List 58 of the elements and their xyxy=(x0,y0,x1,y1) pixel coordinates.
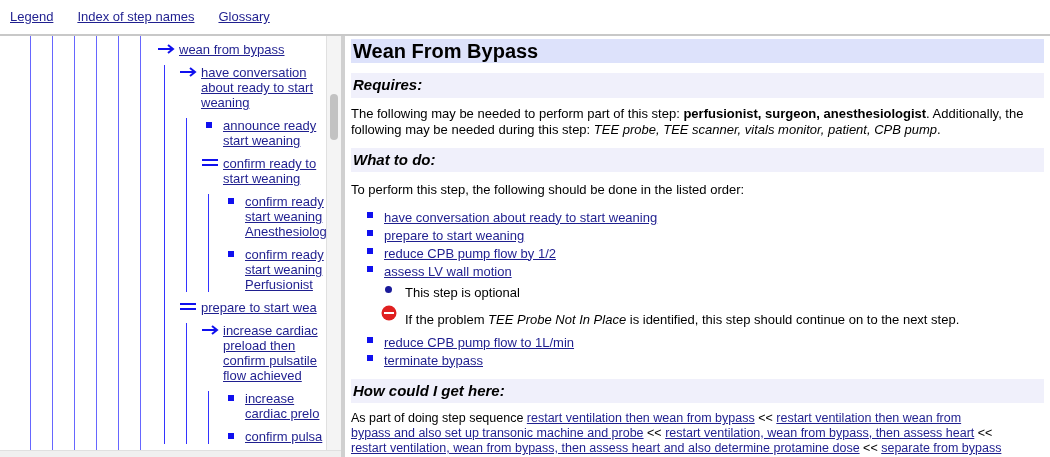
sequence-link[interactable]: bypass and also set up transonic machine and probe xyxy=(351,426,644,440)
equals-icon xyxy=(202,159,218,166)
dot-icon xyxy=(385,285,392,293)
square-bullet-icon xyxy=(367,265,373,272)
nav-link[interactable]: Glossary xyxy=(218,7,270,27)
path-text: << xyxy=(647,426,662,440)
step-note: If the problem TEE Probe Not In Place is identified, this step should continue on to the next step. xyxy=(405,311,960,329)
stop-sign-icon xyxy=(381,305,397,321)
step-note: This step is optional xyxy=(405,283,520,302)
step-link[interactable]: reduce CPB pump flow to 1L/min xyxy=(384,334,575,351)
step-link[interactable]: terminate bypass xyxy=(384,352,483,369)
requirements-text: The following may be needed to perform part of this step: perfusionist, surgeon, anesthesiologist. Additionally, the following may be needed during this step: TEE probe, TEE scanner, vitals monitor, patient, CPB pump. xyxy=(351,105,1025,138)
nav-link[interactable]: Legend xyxy=(10,7,54,27)
equals-icon xyxy=(180,303,196,310)
square-bullet-icon xyxy=(367,336,373,343)
tree-link[interactable]: prepare to start wea xyxy=(201,300,317,315)
step-link[interactable]: prepare to start weaning xyxy=(384,227,525,244)
tree-link[interactable]: wean from bypass xyxy=(179,42,285,57)
sequence-link[interactable]: restart ventilation then wean from xyxy=(776,411,962,425)
sequence-link[interactable]: restart ventilation, wean from bypass, then assess heart xyxy=(665,426,975,440)
tree-link[interactable]: announce ready start weaning xyxy=(223,118,317,148)
arrow-icon xyxy=(180,67,197,77)
tree-link[interactable]: confirm ready start weaning Anesthesiolog xyxy=(245,194,326,239)
arrow-icon xyxy=(158,44,175,54)
vertical-scrollbar[interactable] xyxy=(326,36,341,450)
tree-link[interactable]: have conversation about ready to start weaning xyxy=(201,65,313,110)
nav-link[interactable]: Index of step names xyxy=(77,7,195,27)
square-bullet-icon xyxy=(367,247,373,254)
tree-link[interactable]: confirm ready start weaning Perfusionist xyxy=(245,247,324,292)
path-text: << xyxy=(758,411,773,425)
tree-link[interactable]: increase cardiac prelo xyxy=(245,391,320,421)
step-link[interactable]: have conversation about ready to start weaning xyxy=(384,209,658,226)
square-bullet-icon xyxy=(228,251,234,257)
square-bullet-icon xyxy=(228,198,234,204)
arrow-icon xyxy=(202,325,219,335)
section-heading: What to do: xyxy=(351,147,1044,172)
square-bullet-icon xyxy=(228,395,234,401)
square-bullet-icon xyxy=(206,122,212,128)
sequence-link[interactable]: restart ventilation then wean from bypass xyxy=(526,411,755,425)
section-heading: How could I get here: xyxy=(351,378,1044,403)
step-link[interactable]: assess LV wall motion xyxy=(384,263,512,280)
square-bullet-icon xyxy=(367,211,373,218)
square-bullet-icon xyxy=(367,229,373,236)
page-title: Wean From Bypass xyxy=(351,39,1044,63)
tree-link[interactable]: confirm pulsa xyxy=(245,429,323,444)
horizontal-scrollbar[interactable] xyxy=(0,450,341,457)
path-text: << xyxy=(977,426,993,440)
path-text: As part of doing step sequence xyxy=(351,411,524,425)
tree-link[interactable]: confirm ready to start weaning xyxy=(223,156,317,186)
step-link[interactable]: reduce CPB pump flow by 1/2 xyxy=(384,245,556,262)
instructions-text: To perform this step, the following should be done in the listed order: xyxy=(351,181,746,199)
sequence-link[interactable]: restart ventilation, wean from bypass, then assess heart and also determine protamine dose xyxy=(351,441,860,455)
sequence-link[interactable]: separate from bypass xyxy=(881,441,1002,455)
square-bullet-icon xyxy=(228,433,234,439)
square-bullet-icon xyxy=(367,354,373,361)
path-text: << xyxy=(863,441,878,455)
tree-link[interactable]: increase cardiac preload then confirm pulsatile flow achieved xyxy=(223,323,318,383)
section-heading: Requires: xyxy=(351,73,1044,98)
